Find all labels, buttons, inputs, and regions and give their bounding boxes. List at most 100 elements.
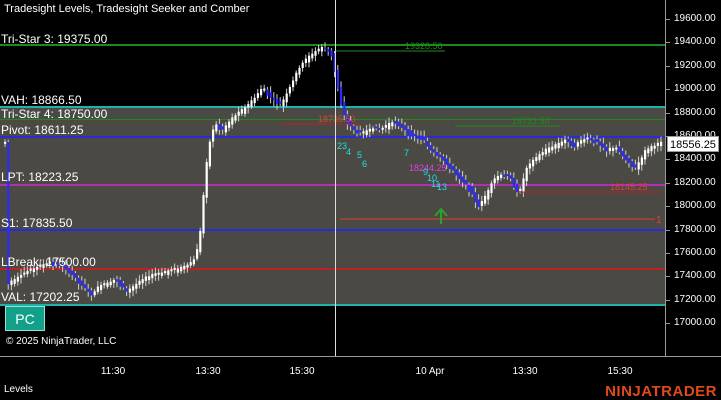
current-price-marker: 18556.25 <box>667 136 719 152</box>
price-bar-body <box>637 162 640 170</box>
price-bar-body <box>138 280 141 285</box>
price-bar-body <box>461 176 464 183</box>
chart-area[interactable]: 19328.50 18735.50 18733.50 18244.25 18145.25… <box>0 0 665 356</box>
price-bar-body <box>365 130 368 136</box>
price-bar-body <box>608 147 611 152</box>
price-bar-body <box>400 123 403 128</box>
price-bar-body <box>4 141 7 144</box>
price-bar-body <box>442 156 445 161</box>
price-bar-body <box>276 98 279 105</box>
price-bar-body <box>516 183 519 193</box>
price-bar-body <box>234 115 237 121</box>
red-target-label: 18735.50 <box>318 114 356 124</box>
price-bar-body <box>269 92 272 98</box>
price-bar-body <box>650 146 653 152</box>
price-bars: 19328.5018735.50 18733.5018244.2518145.25… <box>4 41 663 301</box>
price-bar-body <box>330 50 333 57</box>
price-bar-body <box>247 104 250 108</box>
price-bar-body <box>151 273 154 279</box>
price-bar-body <box>541 152 544 156</box>
price-bar-body <box>583 139 586 143</box>
price-bar-body <box>77 277 80 284</box>
price-bar-body <box>356 129 359 134</box>
price-bar-body <box>87 288 90 292</box>
price-bar-body <box>647 148 650 154</box>
price-bar-body <box>394 120 397 124</box>
price-bar-body <box>500 174 503 178</box>
price-bar-body <box>23 272 26 275</box>
price-bar-body <box>196 249 199 259</box>
pc-button[interactable]: PC <box>5 306 45 331</box>
up-arrow-icon <box>434 207 448 224</box>
y-tick-mark <box>666 253 670 254</box>
price-bar-body <box>10 280 13 286</box>
price-axis[interactable]: 19600.00 19400.00 19200.00 19000.00 18800.00… <box>665 0 721 356</box>
price-bar-body <box>317 48 320 52</box>
price-bar-body <box>416 135 419 139</box>
x-tick-label: 15:30 <box>607 366 633 377</box>
price-bar-body <box>496 175 499 181</box>
price-bar-body <box>109 281 112 286</box>
price-bar-body <box>621 150 624 157</box>
price-bar-body <box>164 271 167 274</box>
red-target-label-2: 18145.25 <box>610 182 648 192</box>
price-bar-body <box>522 178 525 192</box>
price-bar-body <box>13 279 16 284</box>
price-bar-body <box>484 195 487 204</box>
y-tick-label: 19200.00 <box>674 59 716 71</box>
price-bar-body <box>404 125 407 131</box>
price-bar-body <box>519 188 522 191</box>
price-bar-body <box>512 177 515 188</box>
price-bar-body <box>26 270 29 275</box>
price-bar-body <box>586 137 589 140</box>
price-bar-body <box>135 283 138 289</box>
price-bar-body <box>544 148 547 155</box>
price-bar-body <box>375 126 378 129</box>
price-bar-body <box>173 267 176 270</box>
price-bar-body <box>397 121 400 127</box>
price-bar-body <box>477 199 480 208</box>
crosshair-line <box>335 0 336 356</box>
price-bar-body <box>656 142 659 146</box>
price-bar-body <box>112 279 115 283</box>
price-bar-body <box>426 140 429 147</box>
price-bar-body <box>244 107 247 114</box>
price-bar-body <box>260 89 263 96</box>
tristar4-label: Tri-Star 4: 18750.00 <box>1 107 108 121</box>
price-bar-body <box>413 133 416 137</box>
price-bar-body <box>474 192 477 203</box>
price-bar-body <box>576 142 579 147</box>
price-bar-body <box>573 142 576 148</box>
y-tick-label: 17200.00 <box>674 293 716 305</box>
price-bar-body <box>368 128 371 132</box>
price-bar-body <box>141 279 144 284</box>
price-bar-body <box>16 276 19 282</box>
price-bar-body <box>199 230 202 253</box>
price-bar-body <box>628 157 631 164</box>
price-bar-body <box>660 141 663 147</box>
price-bar-body <box>93 291 96 296</box>
price-bar-body <box>423 136 426 141</box>
price-bar-body <box>388 122 391 130</box>
y-tick-label: 19400.00 <box>674 36 716 48</box>
green-target-label: 18733.50 <box>512 116 550 126</box>
tab-levels[interactable]: Levels <box>4 384 33 395</box>
seeker-count-label: 13 <box>437 182 447 192</box>
price-bar-body <box>279 101 282 104</box>
price-bar-body <box>429 145 432 151</box>
seeker-count-label: 4 <box>346 147 351 157</box>
s1-label: S1: 17835.50 <box>1 216 73 230</box>
price-bar-body <box>180 266 183 272</box>
price-bar-body <box>615 147 618 150</box>
price-bar-body <box>336 69 339 89</box>
pivot-label: Pivot: 18611.25 <box>1 123 84 137</box>
y-tick-label: 18200.00 <box>674 176 716 188</box>
price-bar-body <box>560 141 563 146</box>
price-bar-body <box>564 139 567 144</box>
price-bar-body <box>439 154 442 158</box>
time-axis[interactable]: 11:30 13:30 15:30 10 Apr 13:30 15:30 <box>0 356 721 382</box>
price-bar-body <box>215 124 218 132</box>
price-bar-body <box>304 58 307 64</box>
price-bar-body <box>84 284 87 288</box>
price-bar-body <box>480 201 483 206</box>
